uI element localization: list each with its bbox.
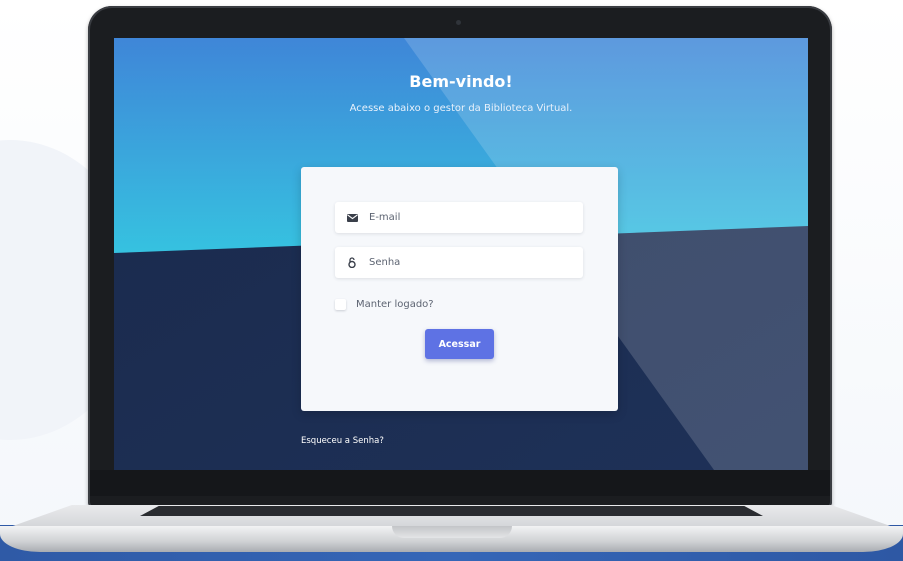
email-placeholder: E-mail xyxy=(369,212,401,223)
password-placeholder: Senha xyxy=(369,257,401,268)
laptop-mockup-scene: Bem-vindo! Acesse abaixo o gestor da Bib… xyxy=(0,0,903,561)
laptop-screen: Bem-vindo! Acesse abaixo o gestor da Bib… xyxy=(114,38,808,470)
laptop-notch xyxy=(392,526,512,538)
page-subtitle: Acesse abaixo o gestor da Biblioteca Vir… xyxy=(349,103,573,114)
lock-icon xyxy=(335,257,369,268)
forgot-password-link[interactable]: Esqueceu a Senha? xyxy=(301,436,384,446)
keyboard-strip xyxy=(140,506,763,516)
remember-me-checkbox[interactable] xyxy=(335,299,346,310)
remember-me-label: Manter logado? xyxy=(356,299,434,310)
password-field[interactable]: Senha xyxy=(335,247,583,278)
submit-button[interactable]: Acessar xyxy=(425,329,494,359)
login-card: E-mail Senha Manter logado? Acessar xyxy=(301,167,618,411)
camera-icon xyxy=(456,20,461,25)
screen-bottom-bezel xyxy=(90,470,830,496)
remember-me-row[interactable]: Manter logado? xyxy=(335,299,434,310)
page-title: Bem-vindo! xyxy=(409,72,513,91)
email-field[interactable]: E-mail xyxy=(335,202,583,233)
envelope-icon xyxy=(335,213,369,222)
